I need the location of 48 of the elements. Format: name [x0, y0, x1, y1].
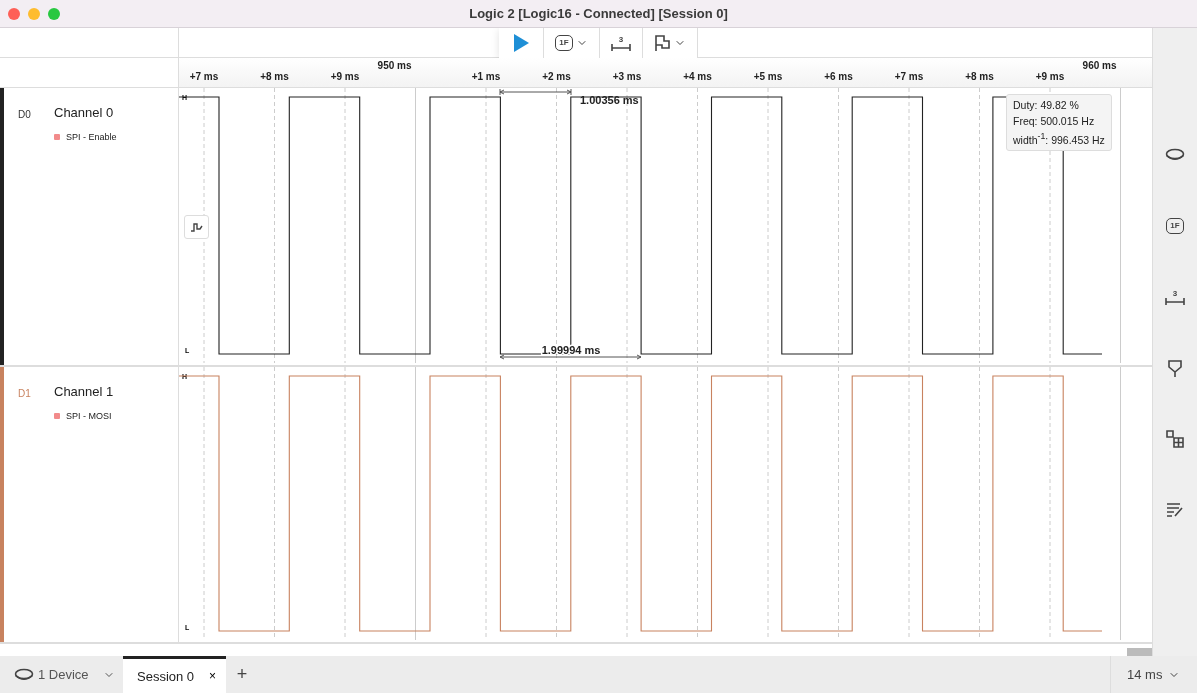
channel-header[interactable]: D1 Channel 1 SPI - MOSI [0, 367, 179, 642]
measurement-label: 1.00356 ms [580, 94, 639, 106]
time-tick-label: +9 ms [330, 71, 360, 82]
time-tick-label: +5 ms [753, 71, 783, 82]
time-tick-label: +9 ms [1035, 71, 1065, 82]
channel-id: D0 [18, 109, 31, 120]
time-tick-label: 960 ms [1082, 60, 1117, 71]
time-tick-label: +8 ms [965, 71, 994, 82]
start-button[interactable] [499, 28, 544, 58]
toolbar-button[interactable]: 3 [600, 28, 643, 58]
channel-id: D1 [18, 388, 31, 399]
time-tick-label: +7 ms [189, 71, 219, 82]
time-tick-label: +2 ms [542, 71, 571, 82]
analyzer-label: SPI - Enable [66, 132, 117, 142]
analyzer-label: SPI - MOSI [66, 411, 112, 421]
channel-name: Channel 1 [54, 384, 114, 399]
session-tab-label: Session 0 [137, 668, 195, 684]
tooltip-text: Duty: 49.82 % [1013, 99, 1080, 111]
flag-icon [654, 35, 671, 51]
time-tick-label: +1 ms [471, 71, 501, 82]
time-tick-label: +3 ms [612, 71, 642, 82]
time-tick-label: +6 ms [824, 71, 853, 82]
play-icon [513, 34, 529, 52]
tooltip-text: Freq: 500.015 Hz [1013, 115, 1096, 127]
channel-header[interactable]: D0 Channel 0 SPI - Enable [0, 88, 179, 365]
edge-icon [189, 222, 204, 232]
zoom-select[interactable]: 14 ms [1110, 656, 1197, 693]
close-tab-button[interactable]: × [209, 669, 216, 683]
scrollbar-thumb[interactable] [1127, 648, 1152, 656]
toolbar-button[interactable] [643, 28, 698, 58]
toolbar-button[interactable]: 1F [544, 28, 600, 58]
window-title: Logic 2 [Logic16 - Connected] [Session 0] [468, 6, 729, 21]
device-tab[interactable]: 1 Device [0, 656, 123, 693]
time-tick-label: +7 ms [894, 71, 924, 82]
add-session-button[interactable]: + [226, 656, 258, 693]
close-window-button[interactable] [8, 7, 20, 20]
sidebar-button[interactable] [1164, 428, 1186, 450]
time-tick-label: 950 ms [377, 60, 412, 71]
session-tab[interactable]: Session 0 × [123, 656, 226, 693]
notes-icon [1166, 502, 1184, 518]
time-tick-label: +8 ms [260, 71, 289, 82]
hexagon-icon: 1F [555, 35, 573, 51]
edge-trigger-button[interactable] [184, 215, 209, 239]
time-ruler[interactable]: +7 ms +8 ms +9 ms 950 ms +1 ms +2 ms +3 ms +4 ms +5 ms +6 ms +7 ms +8 ms +9 ms 960 ms [179, 58, 1152, 87]
tooltip-text: width$^{-1}$: 996.453 Hz [1013, 131, 1105, 146]
channel-name: Channel 0 [54, 105, 114, 120]
time-tick-label: +4 ms [683, 71, 712, 82]
grid-icon [1166, 430, 1184, 448]
